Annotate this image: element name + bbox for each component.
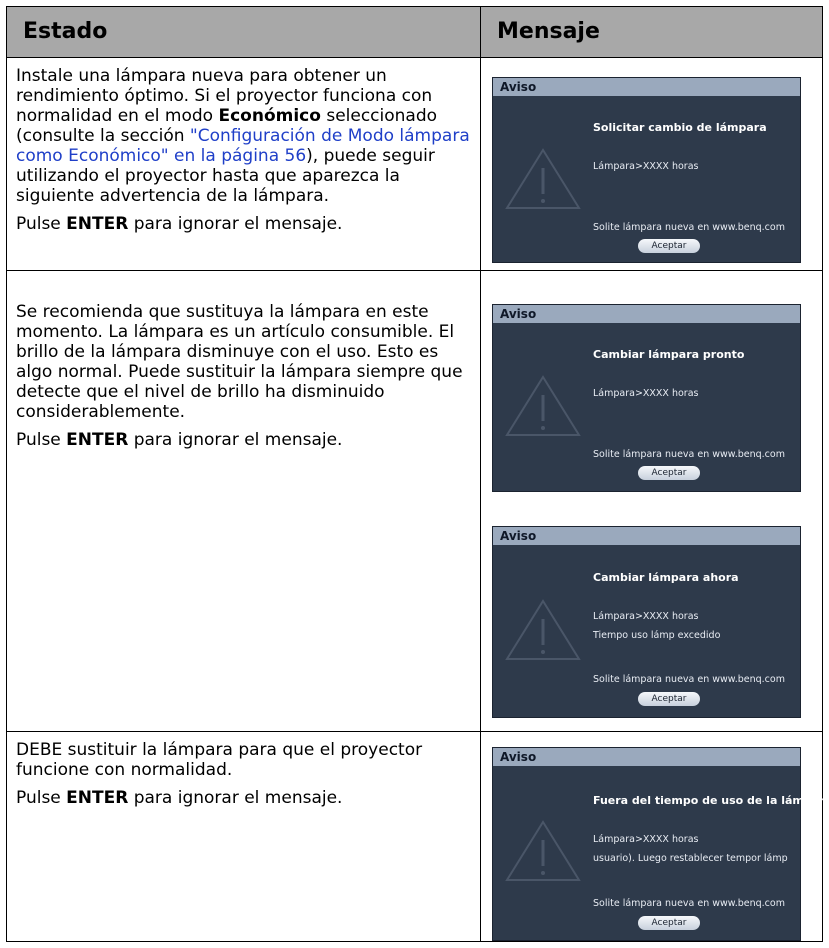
dialog-heading: Cambiar lámpara ahora (593, 571, 739, 584)
dialog-title: Aviso (493, 78, 800, 96)
accept-button[interactable]: Aceptar (638, 239, 700, 253)
dialog-footer: Solite lámpara nueva en www.benq.com (593, 674, 785, 685)
dialog-line: Lámpara>XXXX horas (593, 611, 699, 622)
row-instruction: Pulse ENTER para ignorar el mensaje. (16, 214, 343, 234)
row-instruction: Pulse ENTER para ignorar el mensaje. (16, 788, 343, 808)
dialog-heading: Fuera del tiempo de uso de la lámpara (593, 794, 829, 807)
row-description: Se recomienda que sustituya la lámpara e… (16, 302, 463, 422)
table-border-left (6, 6, 7, 942)
warning-dialog: Aviso Solicitar cambio de lámpara Lámpar… (492, 77, 801, 263)
dialog-line: Tiempo uso lámp excedido (593, 630, 721, 641)
header-estado: Estado (23, 19, 108, 44)
warning-dialog: Aviso Cambiar lámpara pronto Lámpara>XXX… (492, 304, 801, 492)
dialog-title: Aviso (493, 527, 800, 545)
dialog-line: Lámpara>XXXX horas (593, 388, 699, 399)
dialog-heading: Solicitar cambio de lámpara (593, 121, 767, 134)
warning-dialog: Aviso Cambiar lámpara ahora Lámpara>XXXX… (492, 526, 801, 718)
dialog-footer: Solite lámpara nueva en www.benq.com (593, 449, 785, 460)
table-row: Se recomienda que sustituya la lámpara e… (16, 302, 471, 450)
table-border-bottom (6, 941, 823, 942)
warning-triangle-icon (505, 599, 581, 660)
row-divider (6, 270, 823, 271)
row-divider (6, 731, 823, 732)
dialog-heading: Cambiar lámpara pronto (593, 348, 745, 361)
warning-dialog: Aviso Fuera del tiempo de uso de la lámp… (492, 747, 829, 941)
warning-triangle-icon (505, 375, 581, 436)
dialog-footer: Solite lámpara nueva en www.benq.com (593, 222, 785, 233)
dialog-title: Aviso (493, 305, 800, 323)
dialog-line: usuario). Luego restablecer tempor lámp (593, 853, 788, 864)
warning-triangle-icon (505, 820, 581, 881)
accept-button[interactable]: Aceptar (638, 916, 700, 930)
table-header: Estado Mensaje (6, 6, 823, 58)
row-instruction: Pulse ENTER para ignorar el mensaje. (16, 430, 343, 450)
header-mensaje: Mensaje (497, 19, 600, 44)
warning-triangle-icon (505, 148, 581, 209)
table-row: DEBE sustituir la lámpara para que el pr… (16, 740, 471, 808)
accept-button[interactable]: Aceptar (638, 692, 700, 706)
dialog-title: Aviso (493, 748, 800, 766)
row-description: DEBE sustituir la lámpara para que el pr… (16, 740, 423, 780)
table-row: Instale una lámpara nueva para obtener u… (16, 66, 471, 234)
column-divider (480, 6, 481, 942)
dialog-footer: Solite lámpara nueva en www.benq.com (593, 898, 785, 909)
dialog-line: Lámpara>XXXX horas (593, 834, 699, 845)
accept-button[interactable]: Aceptar (638, 466, 700, 480)
dialog-line: Lámpara>XXXX horas (593, 161, 699, 172)
row-description: Instale una lámpara nueva para obtener u… (16, 66, 470, 206)
